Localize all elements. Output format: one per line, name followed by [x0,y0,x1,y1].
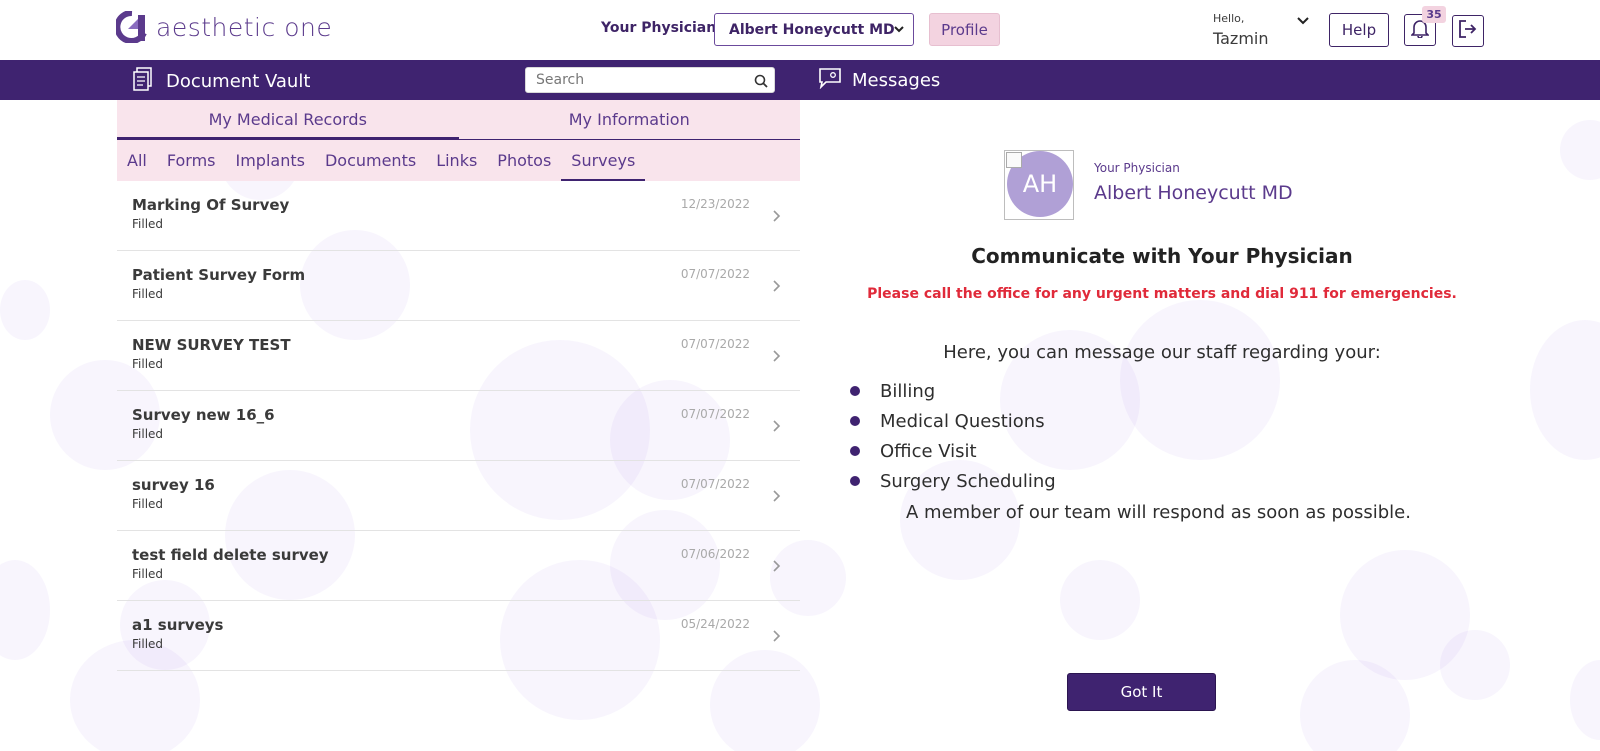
topic-label: Office Visit [880,440,977,462]
intro-text: Here, you can message our staff regardin… [943,342,1381,363]
messages-icon [818,67,842,93]
document-vault-panel: My Medical Records My Information All Fo… [117,100,800,671]
profile-button[interactable]: Profile [929,13,1000,46]
document-vault-title: Document Vault [166,70,311,92]
subtab-implants[interactable]: Implants [225,140,314,181]
broken-image-icon [1006,152,1022,168]
survey-status: Filled [132,637,164,651]
topic-label: Medical Questions [880,410,1045,432]
messages-header: Messages [818,67,940,93]
survey-title: NEW SURVEY TEST [132,336,291,354]
survey-title: Patient Survey Form [132,266,306,284]
survey-date: 12/23/2022 [680,197,750,211]
tab-my-medical-records[interactable]: My Medical Records [117,100,459,140]
survey-row[interactable]: survey 16 Filled 07/07/2022 [117,461,800,531]
survey-row[interactable]: NEW SURVEY TEST Filled 07/07/2022 [117,321,800,391]
subtab-photos[interactable]: Photos [487,140,561,181]
physician-caption: Your Physician [1094,161,1180,175]
physician-avatar-frame: AH [1004,150,1074,220]
search-icon[interactable] [754,73,768,92]
top-header: aesthetic one Your Physician Albert Hone… [0,0,1600,60]
survey-status: Filled [132,287,164,301]
survey-date: 07/06/2022 [680,547,750,561]
list-item: Billing [850,376,1056,406]
chevron-right-icon[interactable] [772,208,782,227]
chevron-right-icon[interactable] [772,558,782,577]
subtab-documents[interactable]: Documents [315,140,426,181]
survey-row[interactable]: test field delete survey Filled 07/06/20… [117,531,800,601]
response-note: A member of our team will respond as soo… [906,502,1411,523]
document-vault-icon [132,67,154,95]
communicate-title: Communicate with Your Physician [971,244,1353,268]
bullet-icon [850,386,860,396]
list-item: Surgery Scheduling [850,466,1056,496]
messages-panel: AH Your Physician Albert Honeycutt MD Co… [820,100,1600,751]
topic-label: Billing [880,380,936,402]
survey-status: Filled [132,567,164,581]
survey-date: 07/07/2022 [680,407,750,421]
help-button[interactable]: Help [1329,13,1389,47]
physician-select[interactable]: Albert Honeycutt MD [714,13,914,46]
list-item: Medical Questions [850,406,1056,436]
survey-title: survey 16 [132,476,215,494]
list-item: Office Visit [850,436,1056,466]
document-vault-header: Document Vault [132,67,310,95]
chevron-right-icon[interactable] [772,628,782,647]
got-it-button[interactable]: Got It [1067,673,1216,711]
survey-date: 07/07/2022 [680,267,750,281]
chevron-right-icon[interactable] [772,348,782,367]
urgent-notice: Please call the office for any urgent ma… [867,286,1457,302]
subtab-all[interactable]: All [117,140,157,181]
subtab-links[interactable]: Links [426,140,487,181]
physician-name: Albert Honeycutt MD [1094,182,1293,204]
greeting-label: Hello, [1213,12,1245,25]
survey-list: Marking Of Survey Filled 12/23/2022 Pati… [117,181,800,671]
search-input[interactable] [526,68,741,92]
survey-title: Marking Of Survey [132,196,290,214]
section-navbar: Document Vault Messages [0,60,1600,100]
main-tabs: My Medical Records My Information [117,100,800,140]
search-box[interactable] [525,67,775,93]
survey-date: 07/07/2022 [680,477,750,491]
logout-button[interactable] [1452,15,1484,47]
brand-logo[interactable]: aesthetic one [114,10,333,44]
notification-count-badge: 35 [1422,6,1446,23]
survey-date: 05/24/2022 [680,617,750,631]
physician-select-value: Albert Honeycutt MD [729,21,895,38]
messages-title: Messages [852,69,941,91]
bullet-icon [850,416,860,426]
survey-status: Filled [132,497,164,511]
survey-row[interactable]: Patient Survey Form Filled 07/07/2022 [117,251,800,321]
user-name[interactable]: Tazmin [1213,29,1269,48]
survey-row[interactable]: Marking Of Survey Filled 12/23/2022 [117,181,800,251]
survey-status: Filled [132,217,164,231]
logo-mark-icon [114,10,148,44]
survey-row[interactable]: a1 surveys Filled 05/24/2022 [117,601,800,671]
sub-tabs: All Forms Implants Documents Links Photo… [117,140,800,181]
bullet-icon [850,476,860,486]
survey-title: a1 surveys [132,616,224,634]
survey-title: Survey new 16_6 [132,406,275,424]
subtab-surveys[interactable]: Surveys [561,140,646,181]
user-menu-chevron-icon[interactable] [1296,13,1310,32]
survey-status: Filled [132,427,164,441]
chevron-right-icon[interactable] [772,488,782,507]
subtab-forms[interactable]: Forms [157,140,226,181]
logout-icon [1458,19,1478,43]
survey-date: 07/07/2022 [680,337,750,351]
survey-row[interactable]: Survey new 16_6 Filled 07/07/2022 [117,391,800,461]
chevron-right-icon[interactable] [772,418,782,437]
topic-label: Surgery Scheduling [880,470,1056,492]
physician-label: Your Physician [601,20,717,36]
survey-status: Filled [132,357,164,371]
tab-my-information[interactable]: My Information [459,100,801,139]
bullet-icon [850,446,860,456]
topic-list: Billing Medical Questions Office Visit S… [850,376,1056,496]
chevron-right-icon[interactable] [772,278,782,297]
logo-text: aesthetic one [156,12,333,42]
survey-title: test field delete survey [132,546,329,564]
chevron-down-icon [893,23,905,41]
